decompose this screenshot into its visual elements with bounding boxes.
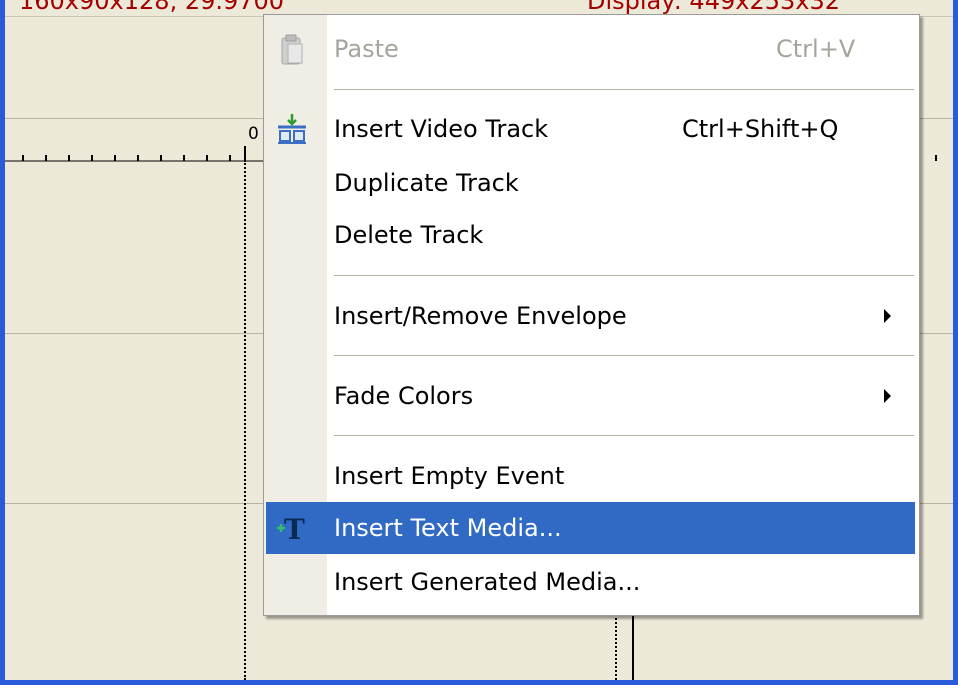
menu-item-insert-text-media[interactable]: T Insert Text Media... [266,502,915,554]
menu-item-paste[interactable]: Paste Ctrl+V [264,23,919,75]
menu-item-label: Fade Colors [334,382,474,410]
window-frame-left [0,0,5,685]
menu-item-label: Insert Generated Media... [334,568,641,596]
menu-item-duplicate-track[interactable]: Duplicate Track [264,157,919,209]
menu-item-label: Insert Video Track [334,115,549,143]
menu-separator [334,89,914,93]
menu-item-insert-video-track[interactable]: Insert Video Track Ctrl+Shift+Q [264,103,919,155]
menu-item-label: Insert Text Media... [334,514,562,542]
submenu-arrow-icon [884,309,891,323]
menu-separator [334,355,914,359]
timeline-start-marker [244,160,246,680]
menu-item-label: Delete Track [334,221,484,249]
text-media-icon: T [274,511,310,546]
menu-separator [334,275,914,279]
menu-separator [334,435,914,439]
window-frame-bottom [0,680,958,685]
menu-item-label: Duplicate Track [334,169,519,197]
menu-item-shortcut: Ctrl+V [776,35,856,63]
menu-item-label: Paste [334,35,399,63]
menu-item-delete-track[interactable]: Delete Track [264,209,919,261]
video-format-info: 160x90x128, 29.9700 [19,0,285,15]
playhead-cursor[interactable] [632,613,634,680]
timeline-region-marker [615,613,617,680]
menu-item-insert-remove-envelope[interactable]: Insert/Remove Envelope [264,290,919,342]
window-frame-right [953,0,958,685]
clipboard-icon [274,32,310,66]
menu-item-label: Insert/Remove Envelope [334,302,627,330]
menu-item-label: Insert Empty Event [334,462,565,490]
display-info: Display: 449x253x32 [587,0,840,15]
svg-text:T: T [284,513,305,545]
menu-item-insert-empty-event[interactable]: Insert Empty Event [264,450,919,502]
track-context-menu: Paste Ctrl+V Insert Video Track Ctrl+Shi… [263,14,920,616]
menu-item-insert-generated-media[interactable]: Insert Generated Media... [264,556,919,608]
submenu-arrow-icon [884,389,891,403]
menu-item-shortcut: Ctrl+Shift+Q [682,115,839,143]
ruler-zero-label: 0 [248,124,259,144]
menu-item-fade-colors[interactable]: Fade Colors [264,370,919,422]
insert-video-track-icon [274,112,310,146]
